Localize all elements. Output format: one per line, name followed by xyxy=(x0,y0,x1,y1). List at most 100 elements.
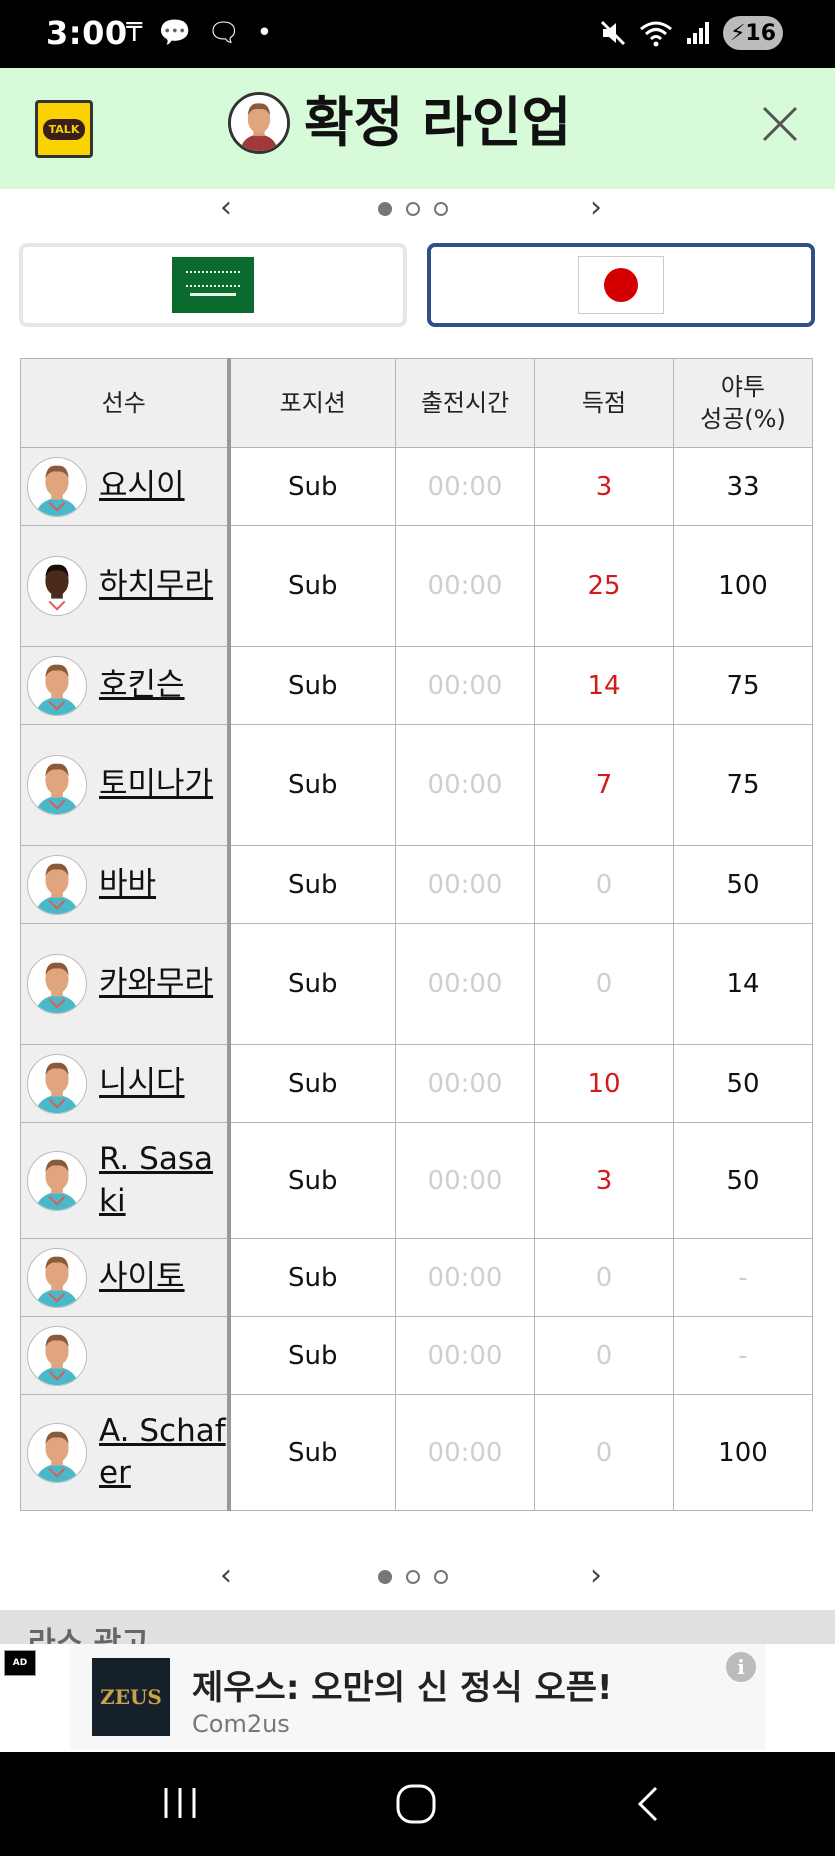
col-header-time: 출전시간 xyxy=(395,358,535,448)
position-cell: Sub xyxy=(228,1122,396,1239)
player-name-link[interactable]: 하치무라 xyxy=(99,565,213,607)
player-name-link[interactable]: 토미나가 xyxy=(99,764,213,806)
page-dot[interactable] xyxy=(378,202,392,216)
playing-time-cell: 00:00 xyxy=(395,1122,535,1239)
playing-time-cell: 00:00 xyxy=(395,923,535,1045)
page-dot[interactable] xyxy=(406,1570,420,1584)
prev-page-button[interactable]: ‹ xyxy=(220,190,232,225)
next-page-button[interactable]: › xyxy=(590,190,602,225)
player-info: 토미나가 xyxy=(21,755,227,815)
score-cell: 7 xyxy=(534,724,674,846)
back-button[interactable] xyxy=(632,1782,666,1826)
player-avatar-icon xyxy=(27,1247,87,1308)
player-avatar-icon xyxy=(27,854,87,915)
player-name-link[interactable]: A. Schafer xyxy=(99,1411,227,1495)
table-row: 요시이 Sub 00:00 3 33 xyxy=(20,447,813,526)
table-row: 카와무라 Sub 00:00 0 14 xyxy=(20,923,813,1045)
player-avatar-icon xyxy=(27,954,87,1014)
dot-icon: • xyxy=(256,18,273,48)
team-tab-saudi-arabia[interactable] xyxy=(19,243,407,327)
col-header-score: 득점 xyxy=(534,358,674,448)
ad-banner[interactable]: AD ZEUS 제우스: 오만의 신 정식 오픈! Com2us i xyxy=(0,1644,835,1752)
player-name-link[interactable]: R. Sasaki xyxy=(99,1139,227,1223)
signal-icon xyxy=(687,22,709,44)
next-page-button[interactable]: › xyxy=(590,1558,602,1593)
mute-icon xyxy=(600,20,626,46)
position-cell: Sub xyxy=(228,447,396,526)
close-button[interactable] xyxy=(760,104,800,144)
position-cell: Sub xyxy=(228,724,396,846)
talk-notification-icon: 💬 xyxy=(158,18,192,48)
player-cell: 카와무라 xyxy=(20,923,231,1045)
page-dots xyxy=(378,202,448,216)
battery-indicator: ⚡ 16 xyxy=(723,16,783,50)
fg-percent-cell: 50 xyxy=(673,1044,813,1123)
player-info: R. Sasaki xyxy=(21,1139,227,1223)
fg-percent-cell: 33 xyxy=(673,447,813,526)
playing-time-cell: 00:00 xyxy=(395,447,535,526)
playing-time-cell: 00:00 xyxy=(395,845,535,924)
table-row: 하치무라 Sub 00:00 25 100 xyxy=(20,525,813,647)
player-avatar-icon xyxy=(27,755,87,815)
fg-percent-cell: 14 xyxy=(673,923,813,1045)
player-info: 카와무라 xyxy=(21,954,227,1014)
table-row: 호킨슨 Sub 00:00 14 75 xyxy=(20,646,813,725)
fg-percent-cell: 75 xyxy=(673,724,813,846)
player-info: 호킨슨 xyxy=(21,655,227,716)
message-icon: 🗨 xyxy=(207,18,241,48)
ad-card[interactable]: ZEUS 제우스: 오만의 신 정식 오픈! Com2us i xyxy=(70,1644,765,1750)
saudi-flag-icon xyxy=(172,257,254,313)
player-cell: A. Schafer xyxy=(20,1394,231,1511)
bottom-pager: ‹ › xyxy=(0,1556,835,1596)
player-name-link[interactable]: 카와무라 xyxy=(99,963,213,1005)
ad-info-icon[interactable]: i xyxy=(726,1652,756,1682)
table-row: A. Schafer Sub 00:00 0 100 xyxy=(20,1394,813,1511)
col-header-fg-percent: 야투 성공(%) xyxy=(673,358,813,448)
player-name-link[interactable]: 호킨슨 xyxy=(99,665,185,707)
ad-title[interactable]: 제우스: 오만의 신 정식 오픈! xyxy=(192,1660,613,1709)
player-name-link[interactable]: 바바 xyxy=(99,864,156,906)
player-name-link[interactable]: 요시이 xyxy=(99,466,185,508)
playing-time-cell: 00:00 xyxy=(395,1044,535,1123)
score-cell: 0 xyxy=(534,923,674,1045)
wifi-icon xyxy=(640,21,672,47)
team-tab-japan[interactable] xyxy=(427,243,815,327)
player-name-link[interactable]: 니시다 xyxy=(99,1063,185,1105)
kakaotalk-share-button[interactable]: TALK xyxy=(35,100,93,158)
player-cell: 바바 xyxy=(20,845,231,924)
page-dot[interactable] xyxy=(434,202,448,216)
fg-percent-cell: 75 xyxy=(673,646,813,725)
table-row: Sub 00:00 0- xyxy=(20,1316,813,1395)
player-avatar-icon xyxy=(27,1150,87,1211)
fg-header-line1: 야투 xyxy=(720,372,766,401)
player-info: 하치무라 xyxy=(21,556,227,616)
playing-time-cell: 00:00 xyxy=(395,1316,535,1395)
playing-time-cell: 00:00 xyxy=(395,525,535,647)
table-row: R. Sasaki Sub 00:00 3 50 xyxy=(20,1122,813,1239)
player-avatar-icon xyxy=(27,655,87,716)
home-button[interactable] xyxy=(393,1782,439,1826)
page-dot[interactable] xyxy=(434,1570,448,1584)
japan-flag-icon xyxy=(578,256,664,314)
page-dot[interactable] xyxy=(406,202,420,216)
position-cell: Sub xyxy=(228,646,396,725)
player-cell: 니시다 xyxy=(20,1044,231,1123)
table-row: 바바 Sub 00:00 0 50 xyxy=(20,845,813,924)
position-cell: Sub xyxy=(228,1394,396,1511)
player-cell xyxy=(20,1316,231,1395)
fg-percent-cell: - xyxy=(673,1316,813,1395)
player-avatar-icon xyxy=(27,1325,87,1386)
player-info: 사이토 xyxy=(21,1247,227,1308)
player-cell: R. Sasaki xyxy=(20,1122,231,1239)
prev-page-button[interactable]: ‹ xyxy=(220,1558,232,1593)
position-cell: Sub xyxy=(228,1044,396,1123)
fg-header-line2: 성공(%) xyxy=(700,405,786,433)
player-name-link[interactable]: 사이토 xyxy=(99,1257,185,1299)
player-cell: 하치무라 xyxy=(20,525,231,647)
page-dot[interactable] xyxy=(378,1570,392,1584)
table-row: 니시다 Sub 00:00 10 50 xyxy=(20,1044,813,1123)
recent-apps-button[interactable] xyxy=(160,1782,200,1824)
position-cell: Sub xyxy=(228,923,396,1045)
position-cell: Sub xyxy=(228,525,396,647)
player-info: 요시이 xyxy=(21,456,227,517)
